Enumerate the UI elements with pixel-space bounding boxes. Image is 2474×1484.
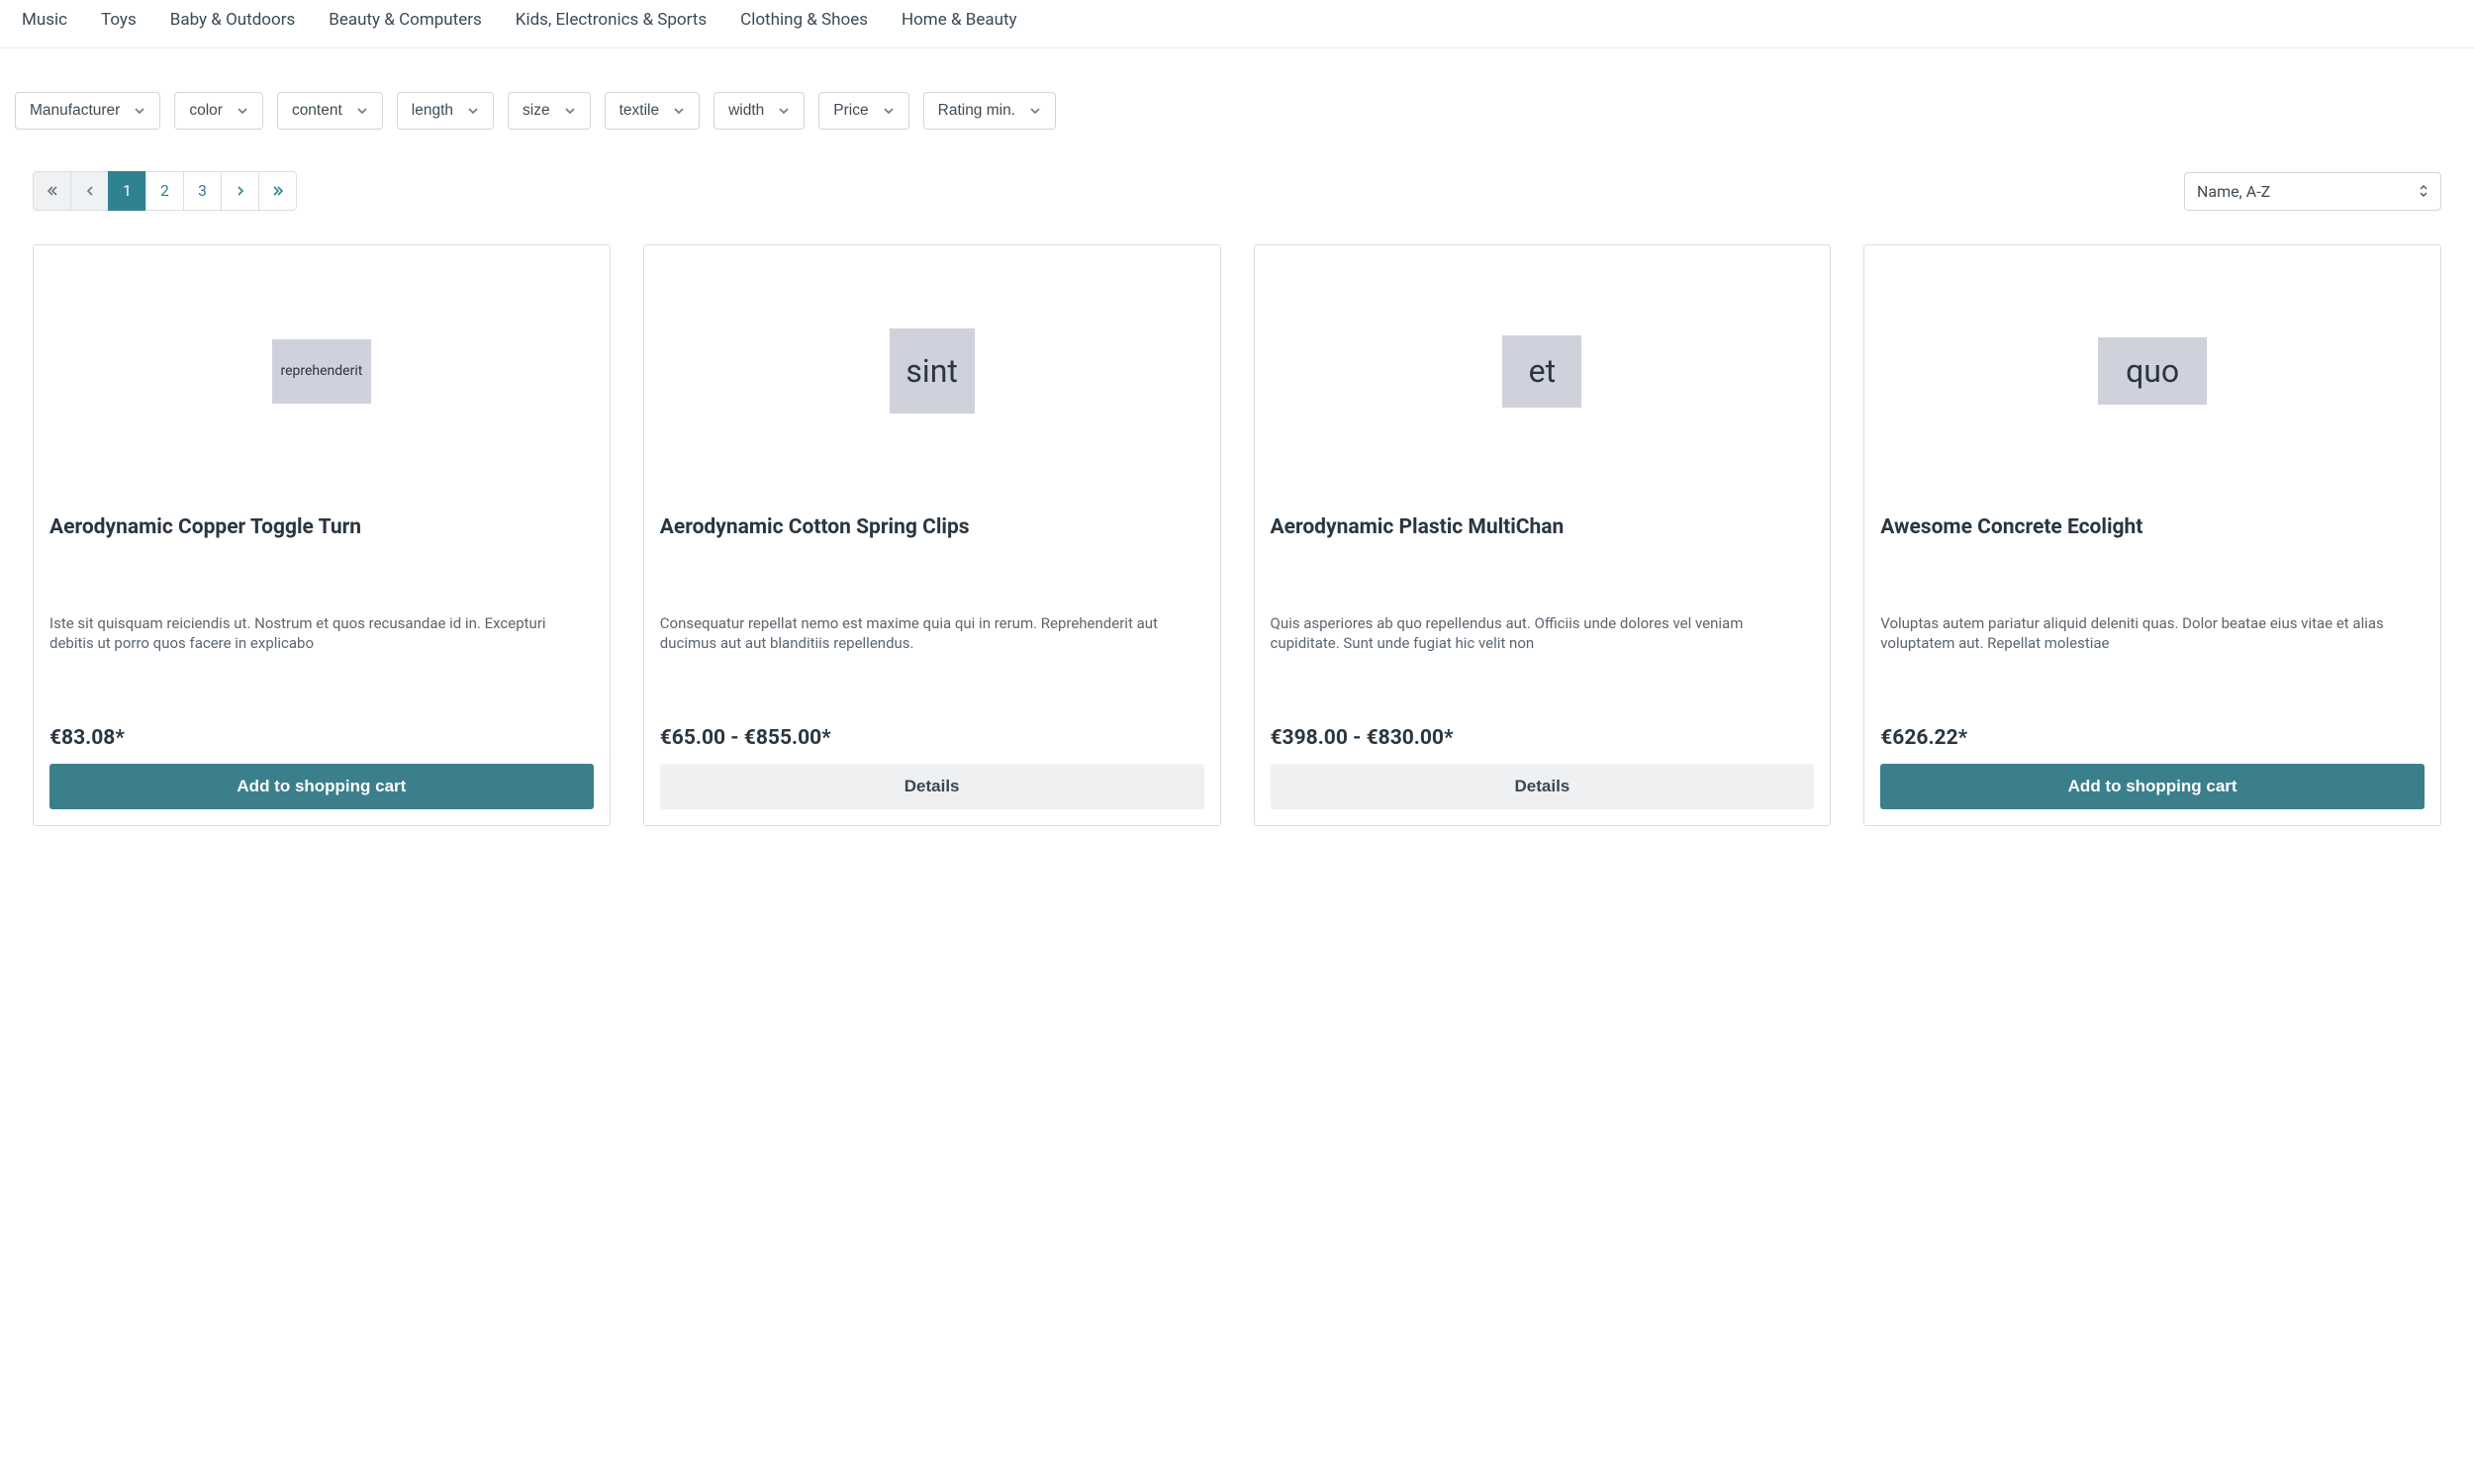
- page-1[interactable]: 1: [108, 171, 146, 211]
- nav-item-baby-outdoors[interactable]: Baby & Outdoors: [170, 10, 296, 30]
- sort-selected-label: Name, A-Z: [2197, 182, 2270, 201]
- page-prev: [70, 171, 109, 211]
- nav-item-kids-electronics-sports[interactable]: Kids, Electronics & Sports: [516, 10, 707, 30]
- filter-label: Rating min.: [938, 102, 1015, 120]
- chevron-down-icon: [883, 105, 895, 117]
- product-image-wrap[interactable]: quo: [1880, 261, 2425, 481]
- product-desc: Quis asperiores ab quo repellendus aut. …: [1271, 613, 1815, 685]
- product-price: €65.00 - €855.00*: [660, 726, 1204, 750]
- product-title[interactable]: Aerodynamic Cotton Spring Clips: [660, 514, 1204, 570]
- chevron-down-icon: [237, 105, 248, 117]
- details-button[interactable]: Details: [1271, 764, 1815, 809]
- product-image: sint: [890, 328, 975, 414]
- top-nav: Music Toys Baby & Outdoors Beauty & Comp…: [0, 0, 2474, 48]
- filter-label: Price: [833, 102, 868, 120]
- product-card: sint Aerodynamic Cotton Spring Clips Con…: [643, 244, 1221, 826]
- page-2[interactable]: 2: [145, 171, 184, 211]
- page-last[interactable]: [258, 171, 297, 211]
- nav-item-clothing-shoes[interactable]: Clothing & Shoes: [740, 10, 868, 30]
- filter-label: length: [412, 102, 453, 120]
- filter-content[interactable]: content: [277, 92, 383, 130]
- add-to-cart-button[interactable]: Add to shopping cart: [1880, 764, 2425, 809]
- filter-manufacturer[interactable]: Manufacturer: [15, 92, 160, 130]
- filter-price[interactable]: Price: [818, 92, 908, 130]
- page-first: [33, 171, 71, 211]
- product-image-wrap[interactable]: reprehenderit: [49, 261, 594, 481]
- product-title[interactable]: Aerodynamic Plastic MultiChan: [1271, 514, 1815, 570]
- product-image: quo: [2098, 337, 2207, 405]
- page-next[interactable]: [221, 171, 259, 211]
- filter-rating-min[interactable]: Rating min.: [923, 92, 1056, 130]
- filter-width[interactable]: width: [714, 92, 805, 130]
- product-desc: Consequatur repellat nemo est maxime qui…: [660, 613, 1204, 685]
- filter-textile[interactable]: textile: [605, 92, 701, 130]
- product-grid: reprehenderit Aerodynamic Copper Toggle …: [0, 225, 2474, 856]
- nav-item-toys[interactable]: Toys: [101, 10, 137, 30]
- product-price: €398.00 - €830.00*: [1271, 726, 1815, 750]
- chevron-down-icon: [778, 105, 790, 117]
- chevron-right-icon: [235, 185, 246, 197]
- details-button[interactable]: Details: [660, 764, 1204, 809]
- chevrons-left-icon: [46, 184, 59, 198]
- product-desc: Voluptas autem pariatur aliquid deleniti…: [1880, 613, 2425, 685]
- nav-item-beauty-computers[interactable]: Beauty & Computers: [329, 10, 482, 30]
- filter-label: color: [189, 102, 223, 120]
- filter-label: width: [728, 102, 764, 120]
- filter-bar: Manufacturer color content length size t…: [0, 48, 2474, 138]
- filter-color[interactable]: color: [174, 92, 263, 130]
- sort-caret-icon: [2419, 184, 2428, 198]
- chevron-down-icon: [564, 105, 576, 117]
- chevron-down-icon: [1029, 105, 1041, 117]
- nav-item-home-beauty[interactable]: Home & Beauty: [902, 10, 1017, 30]
- filter-length[interactable]: length: [397, 92, 494, 130]
- chevron-left-icon: [84, 185, 96, 197]
- chevron-down-icon: [467, 105, 479, 117]
- filter-label: textile: [619, 102, 660, 120]
- product-title[interactable]: Aerodynamic Copper Toggle Turn: [49, 514, 594, 570]
- product-image-wrap[interactable]: et: [1271, 261, 1815, 481]
- add-to-cart-button[interactable]: Add to shopping cart: [49, 764, 594, 809]
- filter-label: content: [292, 102, 342, 120]
- product-desc: Iste sit quisquam reiciendis ut. Nostrum…: [49, 613, 594, 685]
- toolbar: 1 2 3 Name, A-Z: [0, 138, 2474, 225]
- chevrons-right-icon: [271, 184, 285, 198]
- chevron-down-icon: [134, 105, 145, 117]
- product-image-wrap[interactable]: sint: [660, 261, 1204, 481]
- sort-select[interactable]: Name, A-Z: [2184, 172, 2441, 211]
- product-card: reprehenderit Aerodynamic Copper Toggle …: [33, 244, 611, 826]
- filter-label: Manufacturer: [30, 102, 120, 120]
- product-card: quo Awesome Concrete Ecolight Voluptas a…: [1863, 244, 2441, 826]
- product-price: €83.08*: [49, 726, 594, 750]
- chevron-down-icon: [673, 105, 685, 117]
- page-3[interactable]: 3: [183, 171, 222, 211]
- product-title[interactable]: Awesome Concrete Ecolight: [1880, 514, 2425, 570]
- product-card: et Aerodynamic Plastic MultiChan Quis as…: [1254, 244, 1832, 826]
- filter-size[interactable]: size: [508, 92, 591, 130]
- product-image: et: [1502, 335, 1581, 408]
- pagination: 1 2 3: [33, 171, 297, 211]
- product-image: reprehenderit: [272, 339, 371, 404]
- chevron-down-icon: [356, 105, 368, 117]
- product-price: €626.22*: [1880, 726, 2425, 750]
- nav-item-music[interactable]: Music: [22, 10, 67, 30]
- filter-label: size: [523, 102, 550, 120]
